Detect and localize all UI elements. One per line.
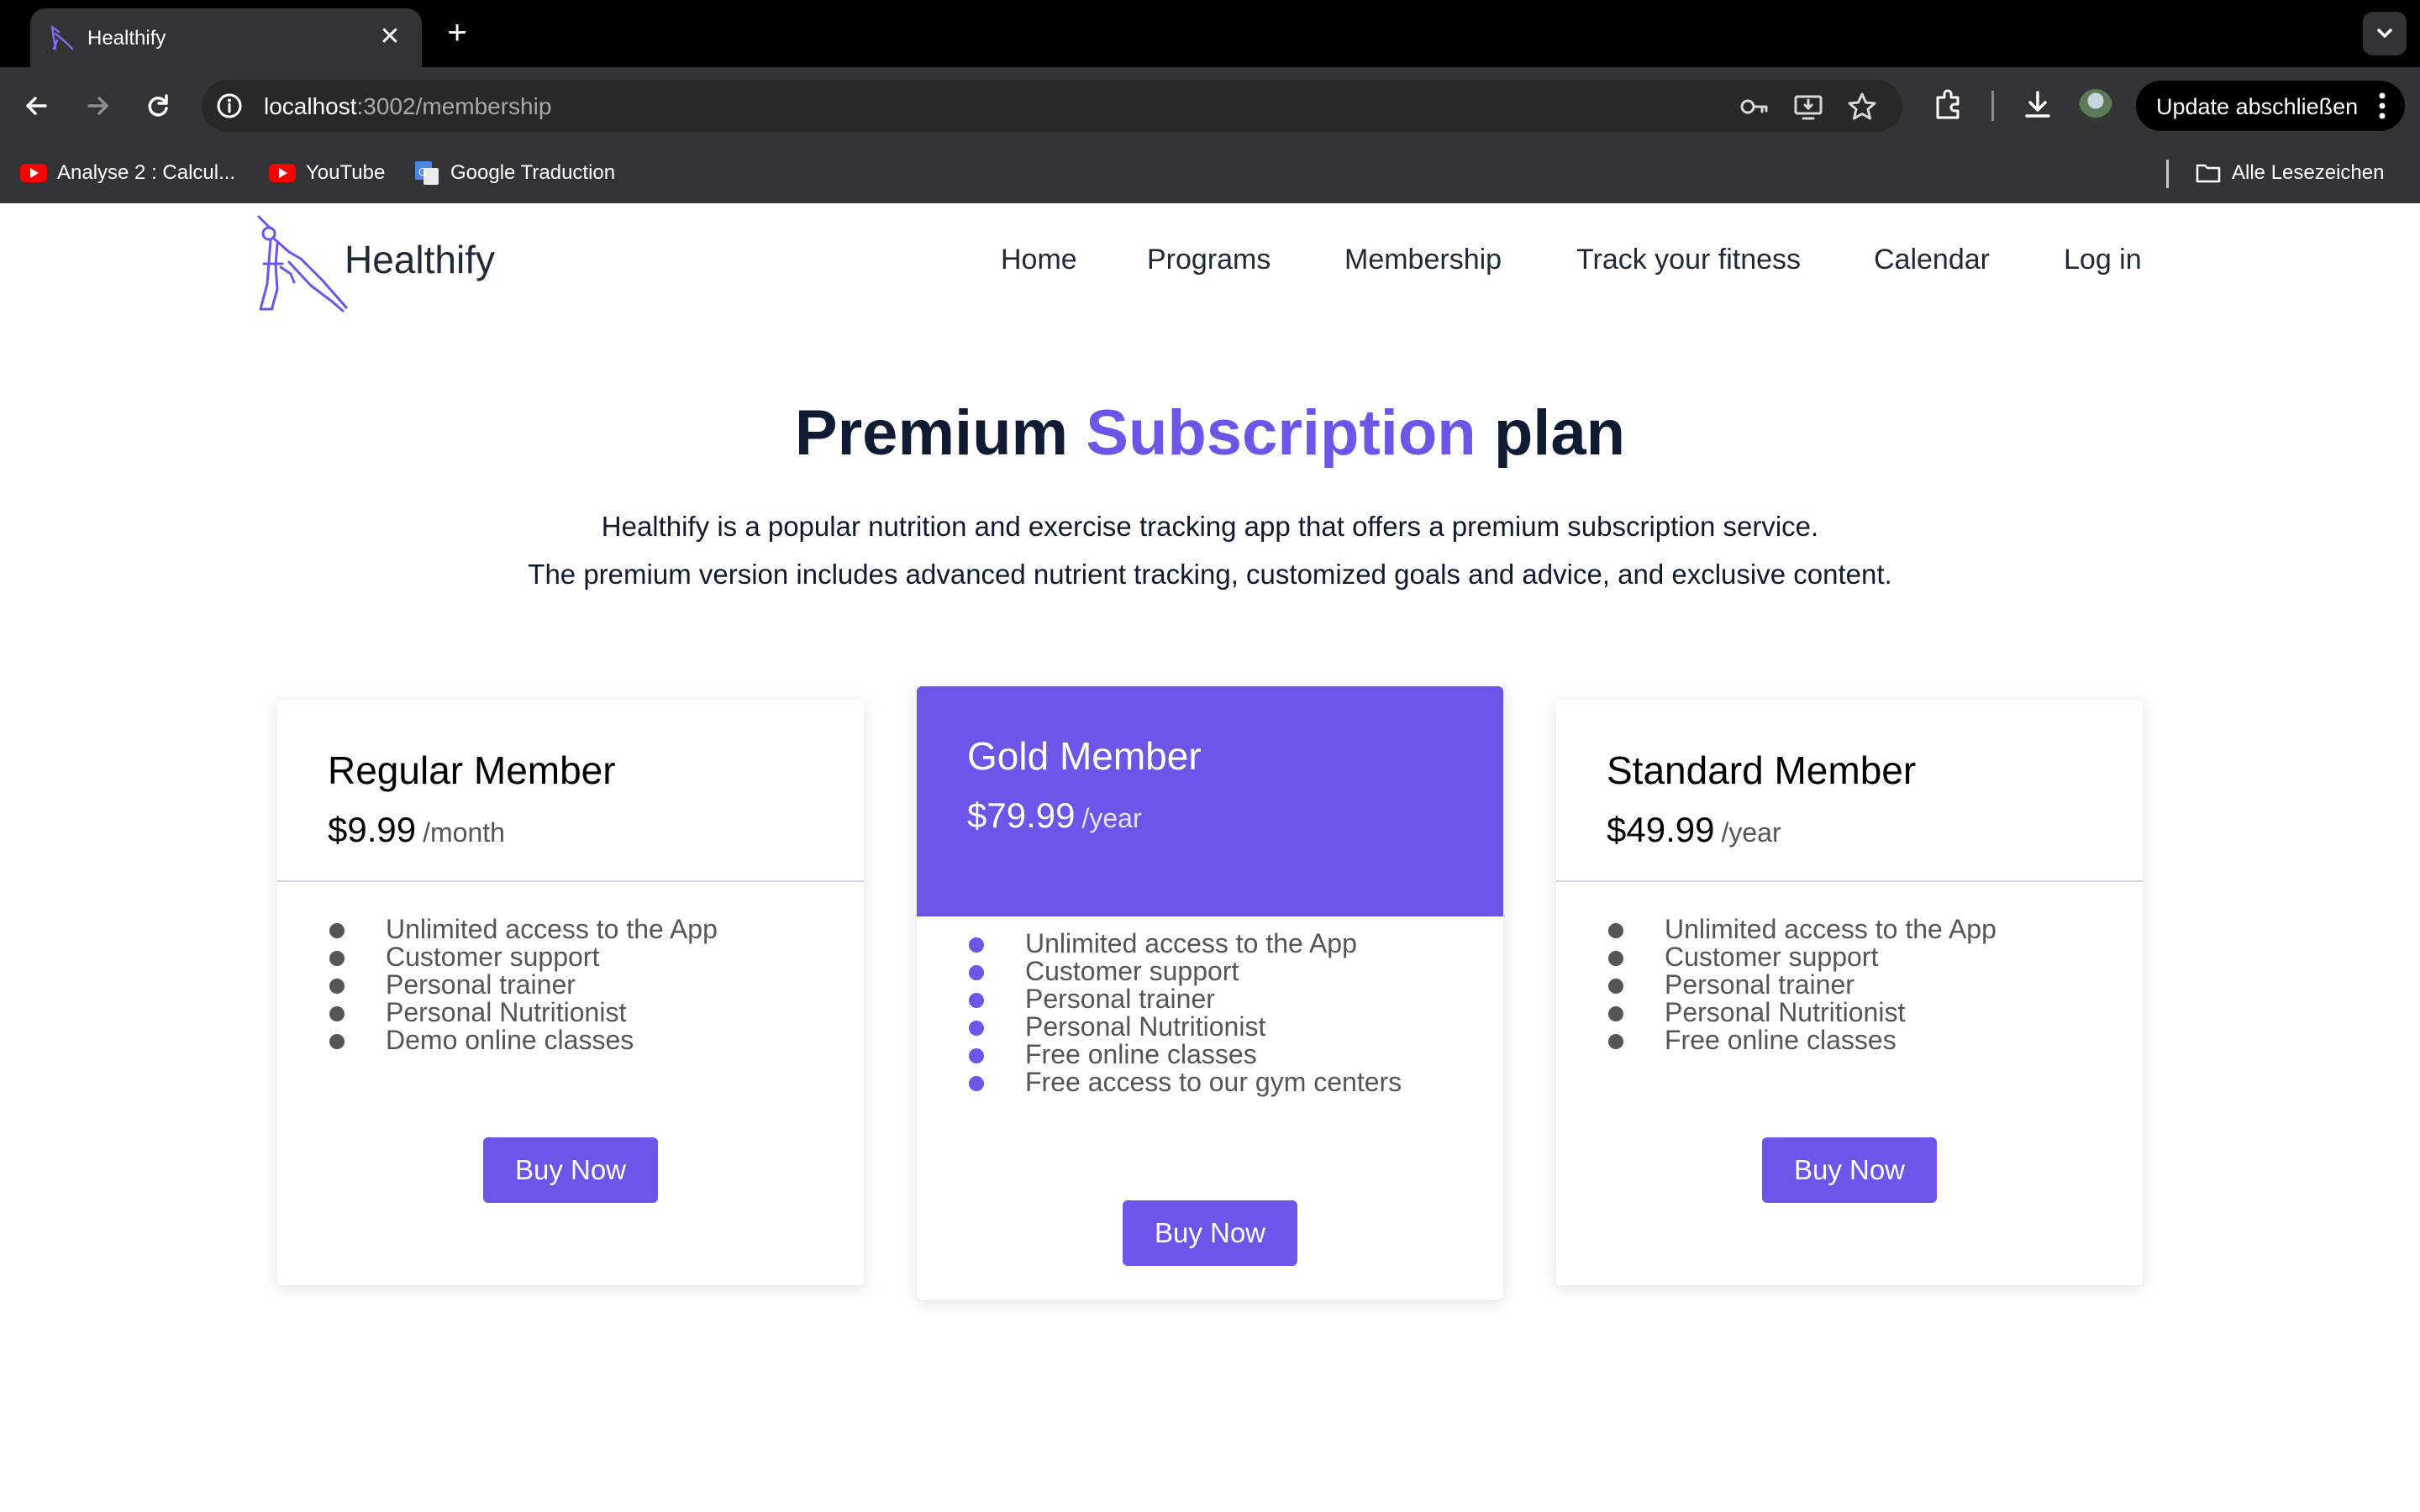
profile-avatar[interactable] xyxy=(2079,89,2112,123)
tab-title: Healthify xyxy=(87,27,166,50)
bookmark-star-icon[interactable] xyxy=(1845,90,1879,123)
bookmarks-separator xyxy=(2166,160,2169,188)
bookmarks-bar: Analyse 2 : Calcul... YouTube G Google T… xyxy=(0,143,2420,203)
browser-tabstrip: Healthify ✕ + xyxy=(0,0,2420,67)
list-item: Personal trainer xyxy=(1607,971,1996,999)
plan-card-gold: Gold Member $79.99/year Unlimited access… xyxy=(917,686,1503,1299)
buy-now-button[interactable]: Buy Now xyxy=(483,1137,658,1203)
plan-name: Gold Member xyxy=(967,734,1202,778)
extensions-puzzle-icon[interactable] xyxy=(1929,86,1968,124)
svg-text:G: G xyxy=(418,165,427,178)
list-item: Unlimited access to the App xyxy=(967,930,1402,958)
nav-track-fitness[interactable]: Track your fitness xyxy=(1576,244,1801,276)
browser-tab-active[interactable]: Healthify ✕ xyxy=(30,8,422,67)
list-item: Customer support xyxy=(1607,943,1996,971)
list-item: Personal Nutritionist xyxy=(1607,999,1996,1026)
plan-name: Standard Member xyxy=(1607,748,1917,792)
list-item: Customer support xyxy=(328,943,718,971)
list-item: Personal Nutritionist xyxy=(328,999,718,1026)
list-item: Free access to our gym centers xyxy=(967,1068,1402,1096)
nav-home[interactable]: Home xyxy=(1001,244,1077,276)
youtube-icon xyxy=(269,164,296,182)
nav-login[interactable]: Log in xyxy=(2064,244,2142,276)
new-tab-icon[interactable]: + xyxy=(439,15,476,52)
intro-line-2: The premium version includes advanced nu… xyxy=(528,559,1892,590)
chevron-down-icon xyxy=(2377,29,2392,38)
plan-price: $49.99/year xyxy=(1607,810,1781,849)
google-translate-icon: G xyxy=(415,161,439,185)
list-item: Customer support xyxy=(967,958,1402,985)
list-item: Personal Nutritionist xyxy=(967,1013,1402,1041)
plan-name: Regular Member xyxy=(328,748,616,792)
healthify-favicon-icon xyxy=(50,25,74,50)
site-info-icon[interactable] xyxy=(213,90,245,122)
list-item: Free online classes xyxy=(1607,1026,1996,1054)
all-bookmarks-folder[interactable]: Alle Lesezeichen xyxy=(2195,158,2384,188)
nav-membership[interactable]: Membership xyxy=(1344,244,1502,276)
plan-feature-list: Unlimited access to the App Customer sup… xyxy=(967,930,1402,1096)
bookmark-item[interactable]: G Google Traduction xyxy=(413,158,615,188)
plan-feature-list: Unlimited access to the App Customer sup… xyxy=(328,916,718,1054)
nav-programs[interactable]: Programs xyxy=(1147,244,1270,276)
list-item: Personal trainer xyxy=(967,985,1402,1013)
folder-icon xyxy=(2196,164,2221,183)
buy-now-button[interactable]: Buy Now xyxy=(1762,1137,1937,1203)
tab-close-icon[interactable]: ✕ xyxy=(373,20,407,54)
tab-search-button[interactable] xyxy=(2363,12,2407,55)
list-item: Personal trainer xyxy=(328,971,718,999)
nav-calendar[interactable]: Calendar xyxy=(1874,244,1990,276)
list-item: Unlimited access to the App xyxy=(1607,916,1996,943)
bookmark-item[interactable]: Analyse 2 : Calcul... xyxy=(20,158,235,188)
address-bar[interactable]: localhost:3002/membership xyxy=(202,80,1902,132)
url-text[interactable]: localhost:3002/membership xyxy=(264,93,551,120)
reload-icon[interactable] xyxy=(138,86,178,126)
plan-card-header: Standard Member $49.99/year xyxy=(1556,701,2143,882)
toolbar-separator xyxy=(1991,91,1994,121)
plan-feature-list: Unlimited access to the App Customer sup… xyxy=(1607,916,1996,1054)
page-title: Premium Subscription plan xyxy=(794,397,1626,469)
plan-price: $79.99/year xyxy=(967,795,1142,835)
install-app-icon[interactable] xyxy=(1791,90,1825,123)
browser-toolbar: localhost:3002/membership Update abschli… xyxy=(0,67,2420,143)
site-header: Healthify Home Programs Membership Track… xyxy=(0,203,2420,321)
youtube-icon xyxy=(20,164,47,182)
update-browser-button[interactable]: Update abschließen xyxy=(2136,81,2405,131)
plan-card-regular: Regular Member $9.99/month Unlimited acc… xyxy=(277,701,864,1285)
list-item: Demo online classes xyxy=(328,1026,718,1054)
page-viewport: Healthify Home Programs Membership Track… xyxy=(0,203,2420,1512)
plan-price: $9.99/month xyxy=(328,810,505,849)
downloads-icon[interactable] xyxy=(2018,86,2057,124)
forward-arrow-icon[interactable] xyxy=(77,86,118,126)
bookmark-item[interactable]: YouTube xyxy=(269,158,385,188)
list-item: Unlimited access to the App xyxy=(328,916,718,943)
intro-line-1: Healthify is a popular nutrition and exe… xyxy=(601,511,1819,542)
plan-card-header: Gold Member $79.99/year xyxy=(917,686,1503,916)
plan-card-header: Regular Member $9.99/month xyxy=(277,701,864,882)
plan-card-standard: Standard Member $49.99/year Unlimited ac… xyxy=(1556,701,2143,1285)
password-key-icon[interactable] xyxy=(1738,90,1771,123)
brand-name[interactable]: Healthify xyxy=(345,237,495,282)
buy-now-button[interactable]: Buy Now xyxy=(1123,1200,1297,1266)
yoga-pose-logo-icon[interactable] xyxy=(252,213,355,312)
back-arrow-icon[interactable] xyxy=(17,86,57,126)
more-menu-icon xyxy=(2379,92,2386,119)
list-item: Free online classes xyxy=(967,1041,1402,1068)
